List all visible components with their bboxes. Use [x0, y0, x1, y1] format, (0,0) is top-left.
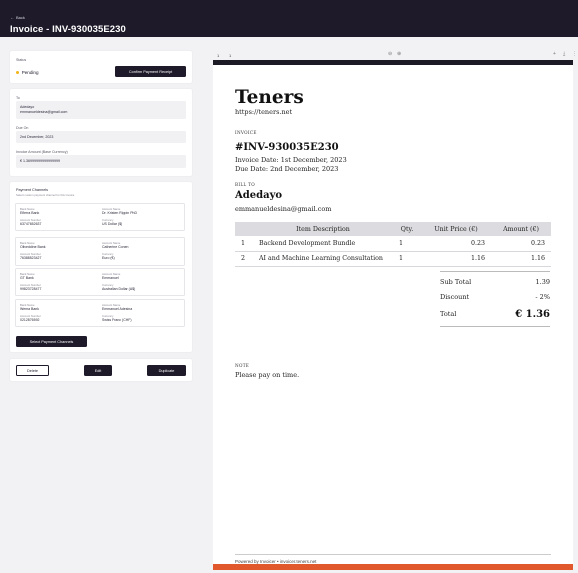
bank-name: Wema Bank [20, 306, 39, 311]
footer-text: Powered by Invoicer • invoicer.teners.ne… [235, 559, 317, 564]
subtotal-label: Sub Total [440, 278, 472, 286]
account-number: 0212876592 [20, 317, 40, 322]
row-no: 1 [235, 236, 253, 252]
bank-name: Eflerra Bank [20, 210, 40, 215]
arrow-left-icon: ← [10, 15, 14, 20]
back-link[interactable]: ← Back [10, 15, 25, 20]
account-name: Catherine Conen [102, 244, 129, 249]
payment-channel-item[interactable]: Bank Name Oliveddine Bank Account Name Cath… [15, 237, 185, 266]
invoice-date: Invoice Date: 1st December, 2023 [235, 156, 347, 164]
duplicate-button[interactable]: Duplicate [147, 365, 186, 376]
client-email: emmanueldesina@gmail.com [235, 205, 332, 213]
table-header-row: Item Description Qty. Unit Price (€) Amo… [235, 222, 551, 236]
client-name: Adedayo [235, 190, 283, 201]
zoom-out-icon[interactable]: ⊖ [388, 52, 392, 57]
invoice-document: Teners https://teners.net INVOICE #INV-9… [213, 60, 573, 570]
company-name: Teners [235, 87, 304, 108]
status-dot [16, 70, 20, 75]
due-field: 2nd December, 2023 [16, 131, 186, 143]
total-label: Total [440, 310, 457, 318]
th-amount: Amount (€) [491, 222, 551, 236]
bill-to-label: BILL TO [235, 182, 255, 187]
th-qty: Qty. [393, 222, 421, 236]
payment-channel-item[interactable]: Bank Name Eflerra Bank Account Name Dr. Kri… [15, 203, 185, 231]
zoom-in-icon[interactable]: ⊕ [397, 52, 401, 57]
bank-name: Oliveddine Bank [20, 244, 46, 249]
currency: US Dollar ($) [102, 221, 123, 226]
to-label: To [16, 96, 20, 100]
row-amount: 1.16 [491, 251, 551, 267]
payment-channel-item[interactable]: Bank Name GT Bank Account Name Emmanuel Acco… [15, 268, 185, 296]
table-row: 1 Backend Development Bundle 1 0.23 0.23 [235, 236, 551, 252]
subtotal-value: 1.39 [535, 278, 550, 286]
row-unit-price: 1.16 [421, 251, 491, 267]
total-value: € 1.36 [515, 308, 550, 320]
plus-icon[interactable]: + [553, 52, 556, 57]
table-row: 2 AI and Machine Learning Consultation 1… [235, 251, 551, 267]
row-no: 2 [235, 251, 253, 267]
to-field: Adedayo emmanueldesina@gmail.com [16, 101, 186, 119]
status-label: Status [16, 58, 27, 62]
page-total: 1 [229, 53, 232, 58]
th-description: Item Description [253, 222, 393, 236]
to-email: emmanueldesina@gmail.com [20, 110, 68, 114]
delete-button[interactable]: Delete [16, 365, 49, 376]
pdf-toolbar [207, 50, 578, 60]
status-badge: Pending [16, 70, 39, 75]
account-number: 99823728477 [20, 286, 42, 291]
discount-label: Discount [440, 293, 470, 301]
select-payment-channels-button[interactable]: Select Payment Channels [16, 336, 87, 347]
row-description: AI and Machine Learning Consultation [253, 251, 393, 267]
bank-name: GT Bank [20, 275, 34, 280]
status-text: Pending [21, 70, 39, 75]
page-current[interactable]: 1 [217, 53, 219, 58]
amount-label: Invoice Amount (Base Currency) [16, 150, 68, 154]
account-name: Emmanuel [102, 275, 119, 280]
payment-channels-subtitle: Select custom payment channel for this i… [16, 193, 75, 197]
edit-button[interactable]: Edit [84, 365, 112, 376]
row-unit-price: 0.23 [421, 236, 491, 252]
note-label: NOTE [235, 363, 250, 368]
row-qty: 1 [393, 251, 421, 267]
account-name: Emmanuel Adesina [102, 306, 133, 311]
due-date: Due Date: 2nd December, 2023 [235, 165, 339, 173]
payment-channel-item[interactable]: Bank Name Wema Bank Account Name Emmanuel A… [15, 299, 185, 327]
th-unit-price: Unit Price (€) [421, 222, 491, 236]
currency: Swiss Franc (CHF) [102, 317, 132, 322]
download-icon[interactable]: ⤓ [563, 52, 565, 57]
footer-divider [235, 554, 551, 555]
back-label: Back [16, 15, 25, 20]
amount-value: € 1.36999999999999999 [20, 159, 60, 163]
details-card: To Adedayo emmanueldesina@gmail.com Due … [10, 89, 192, 176]
top-bar: ← Back Invoice - INV-930035E230 [0, 0, 578, 37]
invoice-label: INVOICE [235, 130, 257, 135]
row-qty: 1 [393, 236, 421, 252]
page-title: Invoice - INV-930035E230 [10, 24, 126, 35]
to-name: Adedayo [20, 105, 35, 109]
payment-channels-title: Payment Channels [16, 188, 49, 192]
discount-value: - 2% [535, 293, 550, 301]
account-name: Dr. Kristen Rippin PhD [102, 210, 138, 215]
company-url: https://teners.net [235, 108, 293, 116]
more-icon[interactable]: ⋮ [572, 52, 577, 57]
account-number: 76388523427 [20, 255, 42, 260]
confirm-payment-button[interactable]: Confirm Payment Receipt [115, 66, 186, 77]
invoice-number: #INV-930035E230 [235, 142, 339, 153]
row-description: Backend Development Bundle [253, 236, 393, 252]
row-amount: 0.23 [491, 236, 551, 252]
th-no [235, 222, 253, 236]
currency: Euro (€) [102, 255, 115, 260]
due-label: Due On [16, 126, 29, 130]
account-number: 63747652637 [20, 221, 42, 226]
note-text: Please pay on time. [235, 371, 300, 379]
amount-field: € 1.36999999999999999 [16, 155, 186, 168]
currency: Australian Dollar (A$) [102, 286, 136, 291]
items-table: Item Description Qty. Unit Price (€) Amo… [235, 222, 551, 267]
due-value: 2nd December, 2023 [20, 135, 54, 139]
